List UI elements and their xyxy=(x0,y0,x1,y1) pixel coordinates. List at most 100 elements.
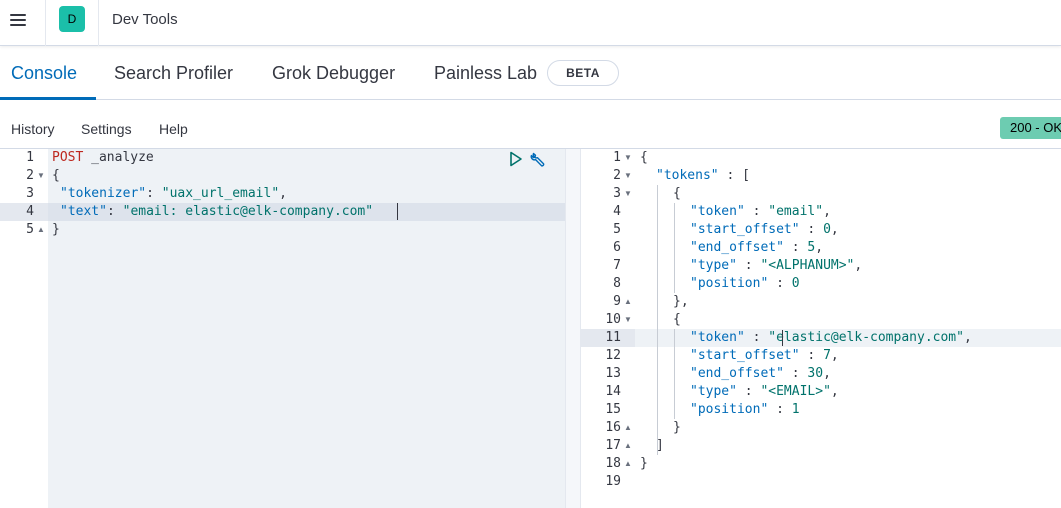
code-line: }, xyxy=(673,294,689,309)
http-method: POST xyxy=(52,150,84,165)
json-key: "text" xyxy=(60,204,107,219)
fold-open-icon[interactable]: ▼ xyxy=(624,149,632,167)
json-punct: , xyxy=(823,366,831,381)
tab-painless-lab[interactable]: Painless Lab xyxy=(434,63,537,84)
play-icon[interactable] xyxy=(509,151,523,167)
json-value: 0 xyxy=(823,222,831,237)
json-key: "token" xyxy=(690,204,745,219)
hamburger-menu-icon[interactable] xyxy=(8,10,30,30)
code-line: } xyxy=(640,456,648,471)
code-line: { xyxy=(52,168,60,183)
indent-guide xyxy=(674,203,675,293)
json-separator: : xyxy=(736,258,761,273)
json-punct: , xyxy=(823,204,831,219)
json-key: "start_offset" xyxy=(690,222,800,237)
response-editor[interactable] xyxy=(635,148,1061,508)
json-key: "token" xyxy=(690,330,745,345)
code-line: "text": "email: elastic@elk-company.com" xyxy=(60,203,373,221)
json-key: "type" xyxy=(690,384,737,399)
json-punct: [ xyxy=(742,168,750,183)
editor-top-border xyxy=(0,148,1061,149)
header-divider xyxy=(98,0,99,46)
json-key: "position" xyxy=(690,276,769,291)
request-line: POST _analyze xyxy=(52,149,154,167)
line-number: 14 xyxy=(605,384,621,399)
code-line: } xyxy=(673,420,681,435)
line-number: 4 xyxy=(26,204,34,219)
json-separator: : xyxy=(718,168,743,183)
line-number: 3 xyxy=(26,186,34,201)
json-punct: , xyxy=(830,348,839,363)
line-number: 1 xyxy=(613,150,621,165)
fold-close-icon[interactable]: ▲ xyxy=(624,293,632,311)
code-line: "end_offset" : 5, xyxy=(690,239,823,257)
settings-link[interactable]: Settings xyxy=(81,121,132,137)
fold-open-icon[interactable]: ▼ xyxy=(624,185,632,203)
json-separator: : xyxy=(146,186,162,201)
text-cursor xyxy=(397,203,398,220)
header-divider xyxy=(45,0,46,46)
history-link[interactable]: History xyxy=(11,121,55,137)
code-line: "position" : 0 xyxy=(690,275,800,293)
line-number: 6 xyxy=(613,240,621,255)
tab-grok-debugger[interactable]: Grok Debugger xyxy=(272,63,395,84)
json-key: "start_offset" xyxy=(690,348,800,363)
fold-close-icon[interactable]: ▲ xyxy=(624,419,632,437)
fold-close-icon[interactable]: ▲ xyxy=(624,455,632,473)
app-header: D Dev Tools xyxy=(0,0,1061,46)
line-number: 1 xyxy=(26,150,34,165)
json-separator: : xyxy=(744,330,769,345)
beta-badge: BETA xyxy=(547,60,619,86)
tab-console[interactable]: Console xyxy=(11,63,77,84)
line-number: 16 xyxy=(605,420,621,435)
code-line: "tokens" : [ xyxy=(656,167,750,185)
code-line: "start_offset" : 7, xyxy=(690,347,839,365)
json-separator: : xyxy=(783,240,808,255)
fold-open-icon[interactable]: ▼ xyxy=(624,167,632,185)
json-separator: : xyxy=(799,222,824,237)
line-number: 4 xyxy=(613,204,621,219)
line-number: 13 xyxy=(605,366,621,381)
fold-close-icon[interactable]: ▲ xyxy=(37,221,45,239)
json-value: "uax_url_email" xyxy=(161,186,280,201)
json-value: 7 xyxy=(823,348,831,363)
json-separator: : xyxy=(736,384,761,399)
code-line: "type" : "<ALPHANUM>", xyxy=(690,257,862,275)
help-link[interactable]: Help xyxy=(159,121,188,137)
json-punct: , xyxy=(279,186,287,201)
code-line: "end_offset" : 30, xyxy=(690,365,831,383)
wrench-icon[interactable] xyxy=(529,151,547,169)
panel-resizer[interactable] xyxy=(565,148,581,508)
code-line: ] xyxy=(656,438,664,453)
json-key: "end_offset" xyxy=(690,240,784,255)
text-cursor xyxy=(782,330,783,346)
json-separator: : xyxy=(768,276,792,291)
json-key: "type" xyxy=(690,258,737,273)
json-key: "position" xyxy=(690,402,769,417)
indent-guide xyxy=(674,329,675,419)
json-value: 1 xyxy=(791,402,800,417)
fold-open-icon[interactable]: ▼ xyxy=(624,311,632,329)
json-value: 0 xyxy=(791,276,800,291)
code-line: "start_offset" : 0, xyxy=(690,221,839,239)
json-value: 30 xyxy=(807,366,824,381)
line-number: 9 xyxy=(613,294,621,309)
line-number: 8 xyxy=(613,276,621,291)
json-value: "<ALPHANUM>" xyxy=(760,258,855,273)
json-value: "email: elastic@elk-company.com" xyxy=(122,204,374,219)
json-separator: : xyxy=(744,204,769,219)
code-line: { xyxy=(640,150,648,165)
line-number: 2 xyxy=(26,168,34,183)
tab-search-profiler[interactable]: Search Profiler xyxy=(114,63,233,84)
code-line: "token" : "email", xyxy=(690,203,831,221)
fold-open-icon[interactable]: ▼ xyxy=(37,167,45,185)
space-avatar[interactable]: D xyxy=(59,6,85,32)
line-number: 12 xyxy=(605,348,621,363)
json-punct: , xyxy=(830,222,839,237)
fold-close-icon[interactable]: ▲ xyxy=(624,437,632,455)
json-separator: : xyxy=(799,348,824,363)
code-line: "tokenizer": "uax_url_email", xyxy=(60,185,287,203)
json-value: "<EMAIL>" xyxy=(760,384,831,399)
json-punct: , xyxy=(854,258,863,273)
code-line: } xyxy=(52,222,60,237)
